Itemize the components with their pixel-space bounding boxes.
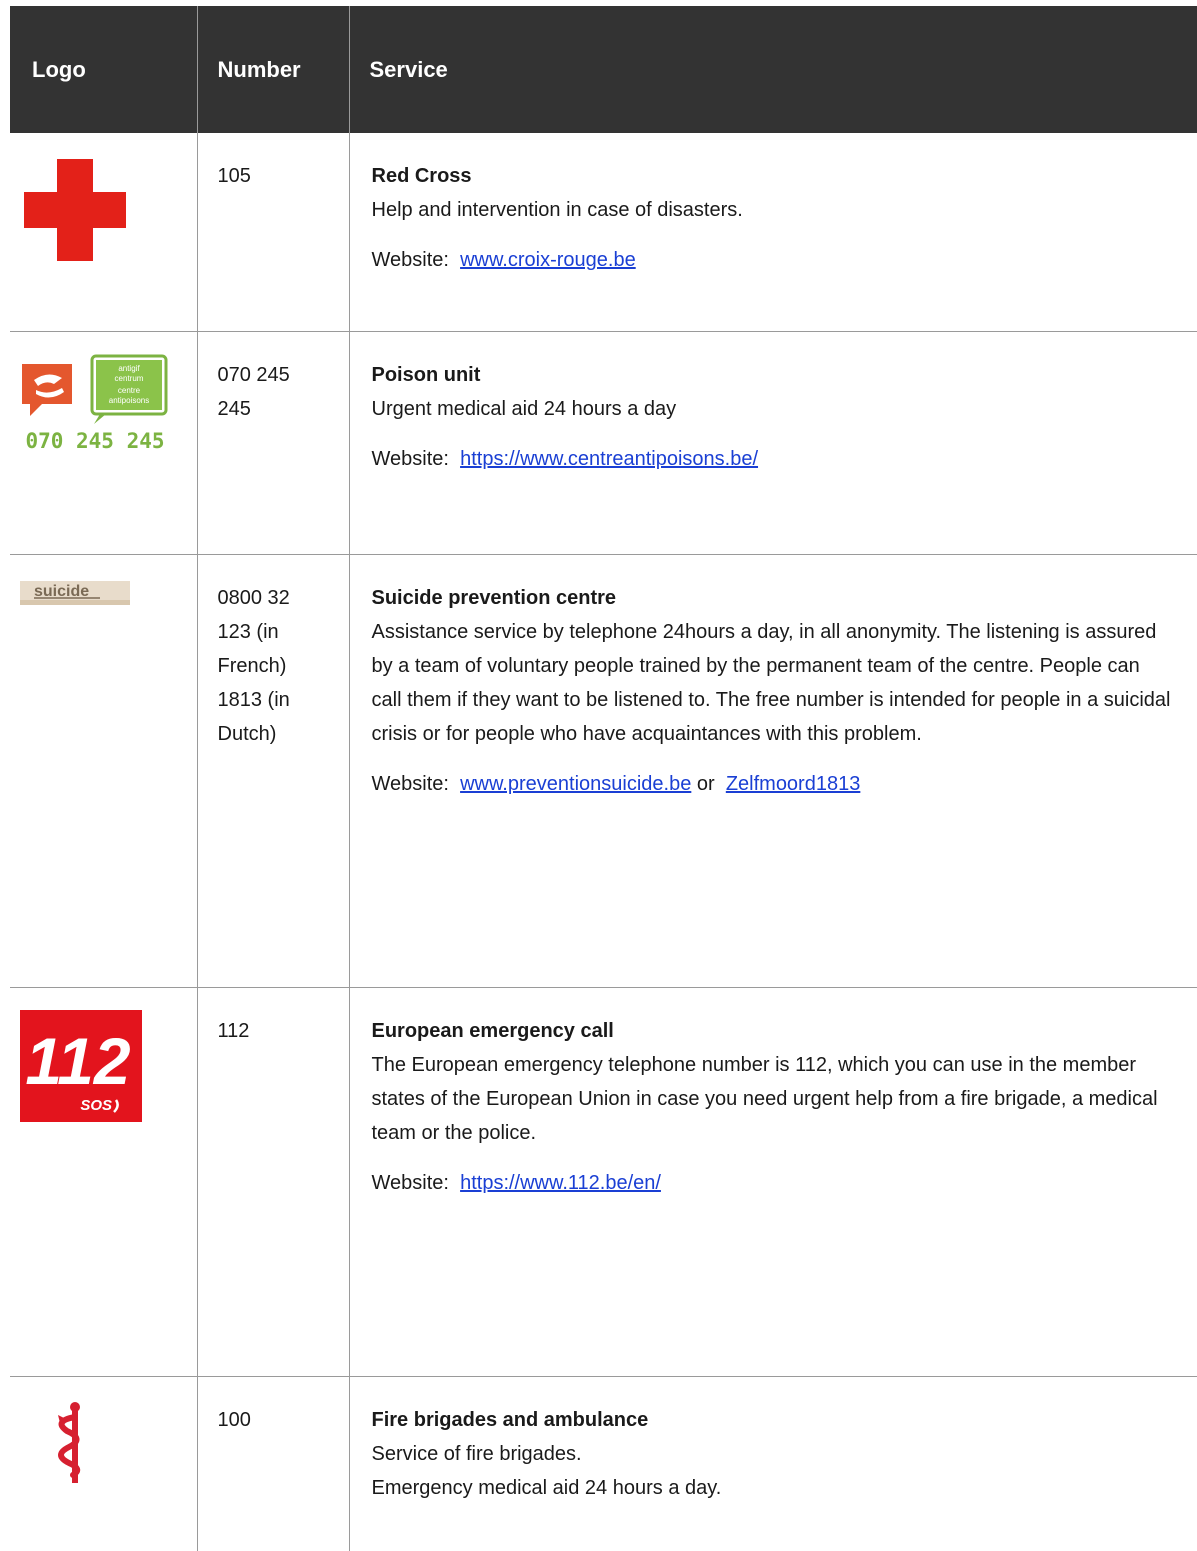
website-line: Website: https://www.centreantipoisons.b… [372, 442, 1175, 476]
website-label: Website: [371, 249, 449, 271]
number-cell: 0800 32 123 (in French) 1813 (in Dutch) [197, 554, 350, 988]
number-cell: 070 245 245 [197, 331, 350, 555]
service-description: Emergency medical aid 24 hours a day. [371, 1476, 722, 1499]
service-description: Help and intervention in case of disaste… [371, 199, 743, 221]
number-cell: 112 [197, 987, 350, 1377]
website-link[interactable]: https://www.centreantipoisons.be/ [460, 448, 758, 470]
poison-logo-bubble-line: centre [118, 386, 141, 395]
poison-logo-bubble-line: antigif [118, 364, 140, 373]
table-row: 112 SOS 112 European emergency call The … [10, 987, 1197, 1377]
header-number: Number [197, 6, 350, 133]
website-label: Website: [371, 447, 449, 470]
red-cross-logo-icon [24, 159, 126, 261]
logo-cell [10, 1376, 198, 1551]
112-logo-number: 112 [25, 1024, 131, 1098]
website-line: Website: www.croix-rouge.be [372, 243, 1175, 277]
logo-cell [10, 133, 198, 332]
website-link[interactable]: https://www.112.be/en/ [460, 1172, 661, 1194]
service-title: European emergency call [371, 1019, 614, 1042]
poison-logo-bubble-line: antipoisons [109, 396, 149, 405]
table-row: suicide 0800 32 123 (in French) 1813 (in… [10, 554, 1197, 988]
service-description: Service of fire brigades. [371, 1442, 582, 1465]
website-label: Website: [371, 772, 449, 795]
logo-cell: antigif centrum centre antipoisons 070 2… [10, 331, 198, 555]
table-row: 105 Red Cross Help and intervention in c… [10, 133, 1197, 332]
website-link[interactable]: www.croix-rouge.be [460, 249, 636, 271]
poison-logo-bubble-line: centrum [115, 374, 144, 383]
service-title: Suicide prevention centre [371, 586, 617, 609]
header-service: Service [349, 6, 1197, 133]
service-cell: Poison unit Urgent medical aid 24 hours … [349, 331, 1197, 555]
table-row: 100 Fire brigades and ambulance Service … [10, 1376, 1197, 1551]
website-line: Website: www.preventionsuicide.be or Zel… [372, 767, 1175, 801]
service-title: Red Cross [371, 165, 472, 187]
service-description: Urgent medical aid 24 hours a day [371, 397, 677, 420]
table-header-row: Logo Number Service [10, 6, 1197, 133]
logo-cell: suicide [10, 554, 198, 988]
website-line: Website: https://www.112.be/en/ [372, 1166, 1175, 1200]
service-cell: Suicide prevention centre Assistance ser… [349, 554, 1197, 988]
emergency-numbers-table: Logo Number Service 105 Red Cross Help a… [10, 6, 1197, 1551]
service-title: Poison unit [371, 363, 481, 386]
number-cell: 105 [197, 133, 350, 332]
link-joiner: or [696, 772, 715, 795]
logo-cell: 112 SOS [10, 987, 198, 1377]
number-cell: 100 [197, 1376, 350, 1551]
website-link[interactable]: www.preventionsuicide.be [460, 773, 691, 795]
table-row: antigif centrum centre antipoisons 070 2… [10, 331, 1197, 555]
service-title: Fire brigades and ambulance [371, 1408, 649, 1431]
star-of-life-logo-icon [58, 1401, 81, 1483]
website-link[interactable]: Zelfmoord1813 [726, 773, 861, 795]
service-cell: Fire brigades and ambulance Service of f… [349, 1376, 1197, 1551]
poison-centre-logo-icon: antigif centrum centre antipoisons 070 2… [22, 354, 168, 453]
poison-logo-number: 070 245 245 [25, 429, 164, 453]
header-logo: Logo [10, 6, 198, 133]
website-label: Website: [371, 1171, 449, 1194]
service-description: Assistance service by telephone 24hours … [371, 620, 1171, 745]
service-description: The European emergency telephone number … [371, 1053, 1158, 1144]
suicide-prevention-logo-icon: suicide [20, 580, 130, 605]
112-logo-sos: SOS [80, 1097, 112, 1114]
service-cell: Red Cross Help and intervention in case … [349, 133, 1197, 332]
112-sos-logo-icon: 112 SOS [20, 1009, 142, 1122]
service-cell: European emergency call The European eme… [349, 987, 1197, 1377]
emergency-numbers-table-frame: Logo Number Service 105 Red Cross Help a… [10, 6, 1197, 1551]
